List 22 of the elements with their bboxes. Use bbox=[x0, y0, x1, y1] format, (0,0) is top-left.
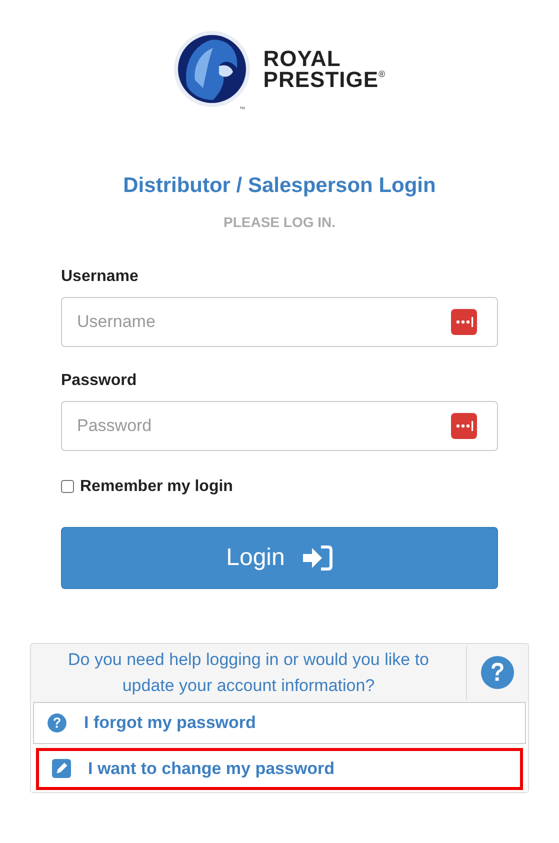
logo-text: PRESTIGE bbox=[263, 69, 379, 90]
lion-logo-icon bbox=[173, 30, 252, 108]
field-label: Password bbox=[61, 370, 138, 390]
logo-text: ROYAL bbox=[263, 48, 342, 69]
login-button[interactable]: Login bbox=[61, 526, 498, 588]
checkbox-label: Remember my login bbox=[80, 476, 233, 496]
input-field[interactable]: Username bbox=[61, 296, 498, 346]
password-manager-icon[interactable] bbox=[451, 308, 477, 334]
sign-in-icon bbox=[302, 544, 333, 570]
page-title: Distributor / Salesperson Login bbox=[123, 173, 436, 199]
help-text: Do you need help logging in or would you like to update your account information? bbox=[66, 648, 430, 696]
registered-mark: ® bbox=[378, 69, 386, 79]
input-field[interactable]: Password bbox=[61, 400, 498, 450]
help-icon[interactable] bbox=[480, 655, 515, 690]
password-manager-icon[interactable] bbox=[451, 412, 477, 438]
help-link[interactable]: I want to change my password bbox=[36, 748, 523, 790]
question-icon bbox=[47, 712, 67, 732]
pencil-icon bbox=[52, 759, 71, 778]
field-label: Username bbox=[61, 266, 140, 286]
help-link[interactable]: I forgot my password bbox=[33, 702, 526, 744]
page-subtitle: PLEASE LOG IN. bbox=[223, 212, 336, 232]
remember-checkbox[interactable] bbox=[61, 480, 74, 493]
